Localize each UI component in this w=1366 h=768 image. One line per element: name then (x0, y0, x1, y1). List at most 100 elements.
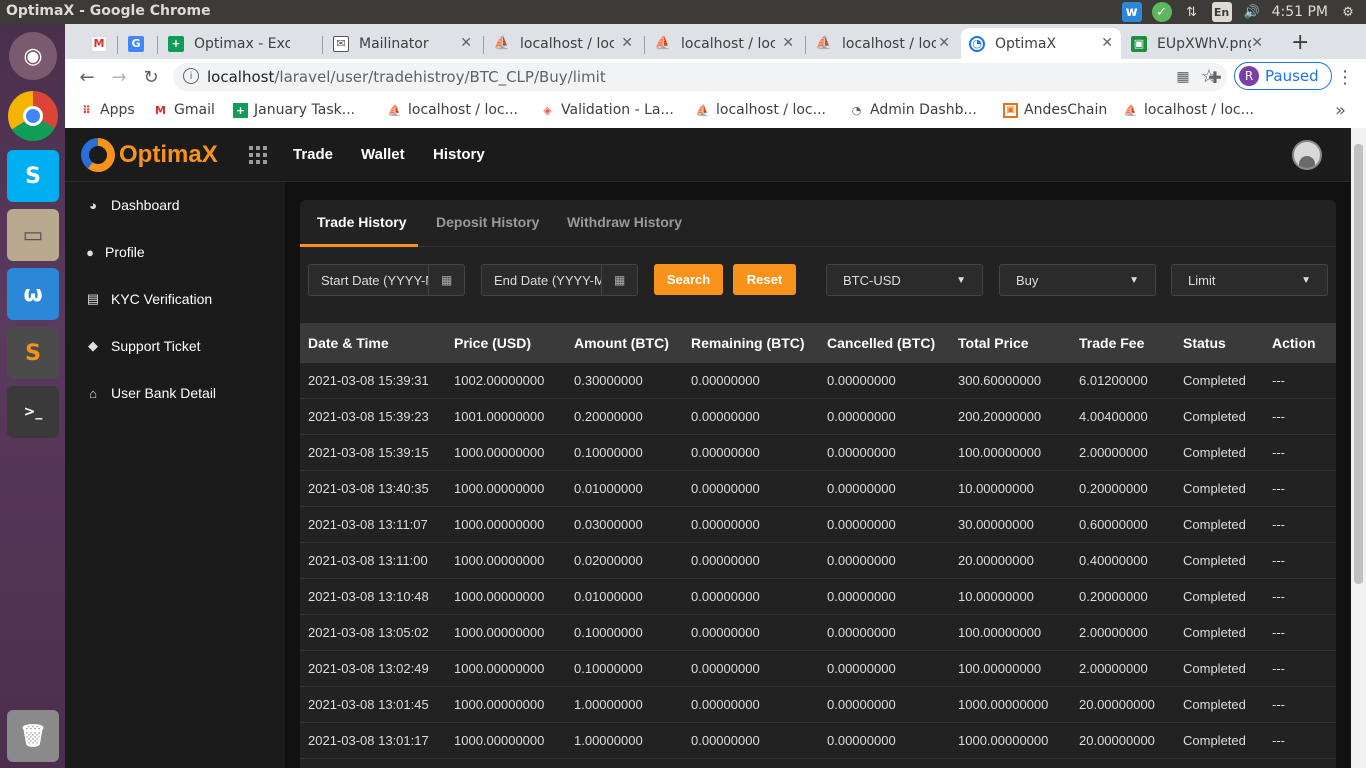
column-header: Amount (BTC) (574, 335, 669, 351)
bookmark-gmail[interactable]: M Gmail (153, 102, 215, 118)
more-bookmarks-icon[interactable]: » (1335, 100, 1346, 121)
tab-optimax-excel[interactable]: + Optimax - Excel (160, 28, 320, 59)
address-bar[interactable]: i localhost/laravel/user/tradehistroy/BT… (173, 63, 1227, 91)
tab-trade-history[interactable]: Trade History (317, 214, 406, 230)
extensions-icon[interactable]: ✚ (1203, 65, 1227, 89)
bookmark-january-task[interactable]: + January Task... (233, 102, 355, 118)
phpmyadmin-icon: ⛵ (387, 103, 402, 117)
scrollbar-thumb[interactable] (1354, 144, 1363, 584)
table-cell: 2021-03-08 13:01:17 (308, 733, 429, 748)
close-tab-icon[interactable]: ✕ (938, 35, 950, 51)
action-cell[interactable]: --- (1272, 445, 1336, 460)
order-type-select[interactable]: Limit ▼ (1171, 264, 1328, 296)
table-cell: 0.00000000 (827, 481, 896, 496)
table-cell: 0.10000000 (574, 661, 643, 676)
os-top-bar: OptimaX - Google Chrome w ✓ ⇅ En 🔊 4:51 … (0, 0, 1366, 24)
tab-deposit-history[interactable]: Deposit History (436, 214, 539, 230)
sidebar-item-support[interactable]: ◆ Support Ticket (85, 338, 201, 354)
action-cell[interactable]: --- (1272, 517, 1336, 532)
forward-arrow-icon[interactable]: → (107, 65, 131, 89)
bookmark-andeschain[interactable]: ▣ AndesChain (1003, 102, 1107, 118)
bookmark-apps[interactable]: ⠿ Apps (79, 102, 134, 118)
nav-wallet[interactable]: Wallet (361, 146, 405, 163)
page-scrollbar[interactable] (1351, 128, 1366, 768)
new-tab-button[interactable]: + (1291, 30, 1309, 55)
bookmark-admin-dashboard[interactable]: ◔ Admin Dashb... (849, 102, 977, 118)
table-cell: 1000.00000000 (454, 733, 545, 748)
close-tab-icon[interactable]: ✕ (621, 35, 633, 51)
check-tray-icon[interactable]: ✓ (1151, 2, 1172, 22)
tab-title: localhost / localhost (520, 35, 614, 52)
search-button[interactable]: Search (654, 264, 723, 295)
tab-gmail[interactable]: M (83, 28, 115, 59)
pair-select[interactable]: BTC-USD ▼ (826, 264, 983, 296)
user-avatar[interactable] (1292, 140, 1322, 170)
tab-localhost-3[interactable]: ⛵ localhost / localhost ✕ (808, 28, 958, 59)
nav-trade[interactable]: Trade (293, 146, 333, 163)
tab-withdraw-history[interactable]: Withdraw History (567, 214, 682, 230)
tab-optimax[interactable]: ◔ OptimaX ✕ (961, 28, 1121, 59)
action-cell[interactable]: --- (1272, 373, 1336, 388)
bookmark-localhost-3[interactable]: ⛵ localhost / loc... (1123, 102, 1254, 118)
ubuntu-dash-icon[interactable]: ◉ (9, 32, 57, 80)
skype-launcher-icon[interactable]: S (7, 150, 59, 202)
bookmark-localhost-2[interactable]: ⛵ localhost / loc... (695, 102, 826, 118)
tab-localhost-1[interactable]: ⛵ localhost / localhost ✕ (486, 28, 641, 59)
close-tab-icon[interactable]: ✕ (782, 35, 794, 51)
profile-paused-button[interactable]: R Paused (1234, 62, 1332, 90)
action-cell[interactable]: --- (1272, 697, 1336, 712)
volume-icon[interactable]: 🔊 (1242, 2, 1262, 22)
action-cell[interactable]: --- (1272, 481, 1336, 496)
wunderlist-launcher-icon[interactable]: ω (7, 268, 59, 320)
tab-translate[interactable]: G (120, 28, 154, 59)
apps-grid-icon[interactable] (249, 146, 267, 164)
end-date-field[interactable]: End Date (YYYY-MM-DD) ▦ (481, 264, 638, 296)
tab-localhost-2[interactable]: ⛵ localhost / localhost ✕ (647, 28, 802, 59)
close-tab-icon[interactable]: ✕ (1101, 35, 1113, 51)
end-date-input[interactable]: End Date (YYYY-MM-DD) (482, 265, 601, 295)
chrome-launcher-icon[interactable] (8, 91, 58, 141)
bookmark-localhost-1[interactable]: ⛵ localhost / loc... (387, 102, 518, 118)
bookmark-validation[interactable]: ◈ Validation - La... (540, 102, 674, 118)
close-tab-icon[interactable]: ✕ (1251, 35, 1263, 51)
action-cell[interactable]: --- (1272, 553, 1336, 568)
reset-button[interactable]: Reset (733, 264, 796, 295)
network-icon[interactable]: ⇅ (1182, 2, 1202, 22)
table-row: 2021-03-08 13:01:17 1000.00000000 1.000000… (300, 723, 1336, 759)
table-row: 2021-03-08 13:10:48 1000.00000000 0.010000… (300, 579, 1336, 615)
qr-code-icon[interactable]: ▦ (1171, 65, 1195, 89)
dashboard-icon: ◕ (89, 197, 97, 213)
info-icon[interactable]: i (183, 68, 199, 84)
sidebar-item-profile[interactable]: ● Profile (85, 244, 145, 260)
sidebar-item-bank[interactable]: ⌂ User Bank Detail (85, 385, 216, 401)
calendar-icon[interactable]: ▦ (601, 265, 637, 295)
calendar-icon[interactable]: ▦ (428, 265, 464, 295)
files-launcher-icon[interactable]: ▭ (7, 209, 59, 261)
power-gear-icon[interactable]: ⚙ (1338, 2, 1358, 22)
start-date-input[interactable]: Start Date (YYYY-MM-DD) (309, 265, 428, 295)
sidebar-item-dashboard[interactable]: ◕ Dashboard (85, 197, 179, 213)
action-cell[interactable]: --- (1272, 409, 1336, 424)
trash-launcher-icon[interactable]: 🗑 (7, 710, 59, 762)
table-cell: 1000.00000000 (454, 517, 545, 532)
clock[interactable]: 4:51 PM (1272, 4, 1328, 20)
keyboard-layout-indicator[interactable]: En (1211, 2, 1232, 22)
close-tab-icon[interactable]: ✕ (460, 35, 472, 51)
tab-image[interactable]: ▣ EUpXWhV.png ✕ (1123, 28, 1271, 59)
action-cell[interactable]: --- (1272, 733, 1336, 748)
chrome-menu-icon[interactable]: ⋮ (1333, 65, 1357, 89)
back-arrow-icon[interactable]: ← (75, 65, 99, 89)
action-cell[interactable]: --- (1272, 661, 1336, 676)
sublime-launcher-icon[interactable]: S (7, 327, 59, 379)
action-cell[interactable]: --- (1272, 625, 1336, 640)
optimax-logo[interactable]: OptimaX (81, 138, 218, 172)
tab-mailinator[interactable]: ✉ Mailinator ✕ (325, 28, 480, 59)
start-date-field[interactable]: Start Date (YYYY-MM-DD) ▦ (308, 264, 465, 296)
sidebar-item-kyc[interactable]: ▤ KYC Verification (85, 291, 212, 307)
action-cell[interactable]: --- (1272, 589, 1336, 604)
side-select[interactable]: Buy ▼ (999, 264, 1156, 296)
nav-history[interactable]: History (433, 146, 485, 163)
wunderlist-tray-icon[interactable]: w (1121, 2, 1142, 22)
terminal-launcher-icon[interactable]: >_ (7, 386, 59, 438)
reload-icon[interactable]: ↻ (139, 65, 163, 89)
